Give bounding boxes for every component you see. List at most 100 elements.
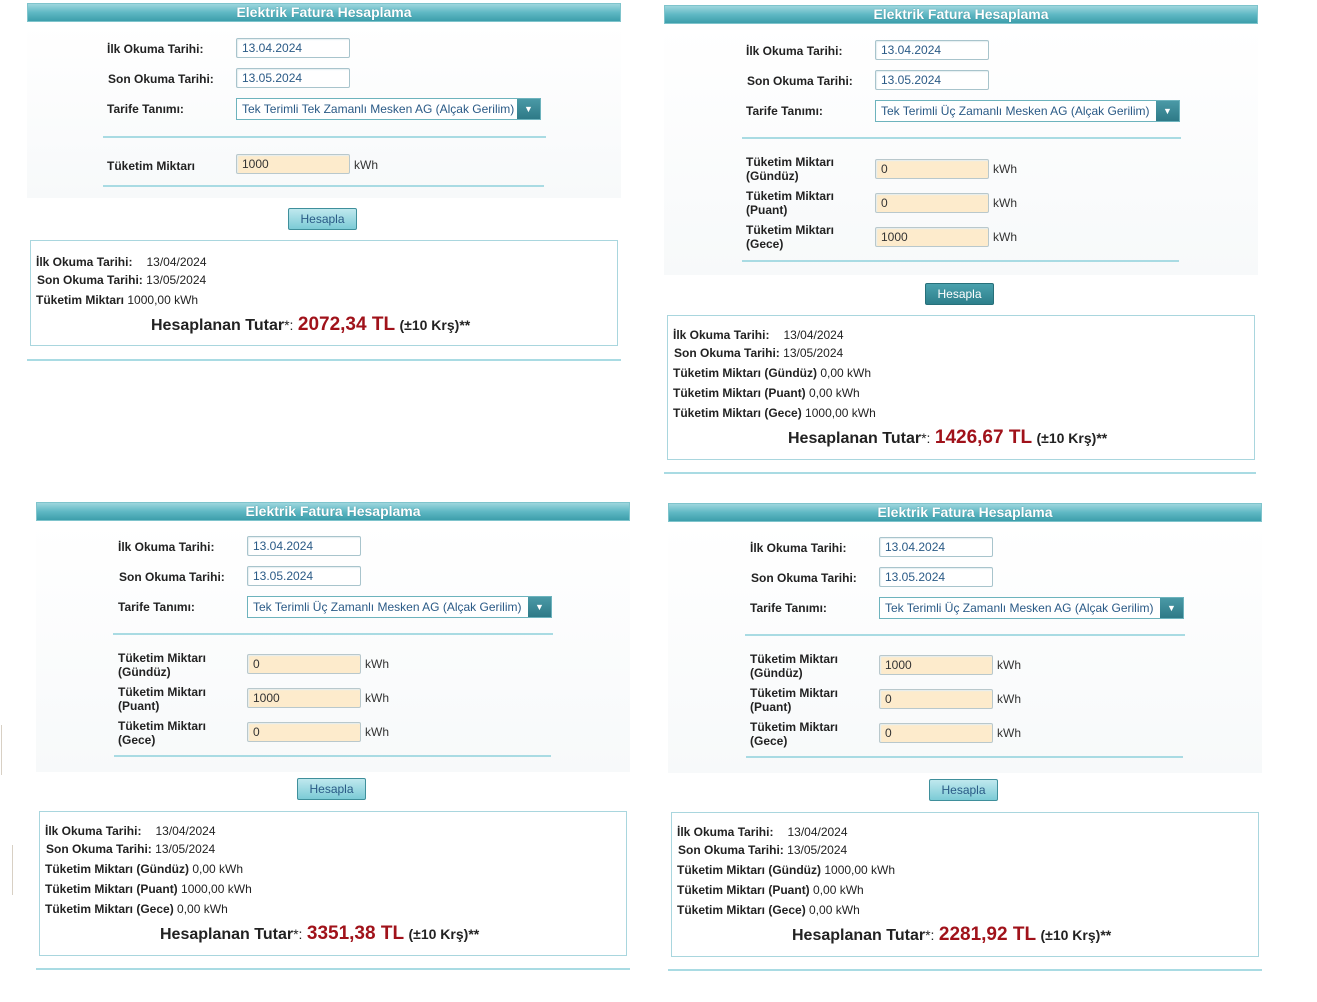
calculate-button[interactable]: Hesapla [288, 208, 357, 230]
total-label: Hesaplanan Tutar [160, 926, 294, 943]
last-read-date-input[interactable]: 13.05.2024 [879, 567, 993, 587]
tariff-select[interactable]: Tek Terimli Tek Zamanlı Mesken AG (Alçak… [236, 98, 541, 120]
total-label: Hesaplanan Tutar [151, 317, 285, 334]
panel-bottom-rule [668, 969, 1262, 971]
first-read-label: İlk Okuma Tarihi: [107, 42, 204, 56]
result-box: İlk Okuma Tarihi: 13/04/2024 Son Okuma Ta… [671, 812, 1259, 957]
panel-title: Elektrik Fatura Hesaplama [664, 5, 1258, 24]
consumption-night-input[interactable]: 1000 [875, 227, 989, 247]
chevron-down-icon[interactable]: ▼ [517, 99, 540, 119]
calculate-button[interactable]: Hesapla [297, 778, 366, 800]
tariff-select[interactable]: Tek Terimli Üç Zamanlı Mesken AG (Alçak … [247, 596, 552, 618]
panel-bottom-rule [664, 472, 1256, 474]
total-amount: 2072,34 TL [297, 314, 396, 335]
unit-label: kWh [365, 657, 389, 671]
result-last-read: Son Okuma Tarihi: 13/05/2024 [674, 346, 844, 360]
result-last-read: Son Okuma Tarihi: 13/05/2024 [46, 842, 216, 856]
chevron-down-icon[interactable]: ▼ [1160, 598, 1183, 618]
first-read-date-input[interactable]: 13.04.2024 [879, 537, 993, 557]
tariff-select[interactable]: Tek Terimli Üç Zamanlı Mesken AG (Alçak … [875, 100, 1180, 122]
unit-label: kWh [997, 692, 1021, 706]
result-consumption-peak: Tüketim Miktarı (Puant) 0,00 kWh [673, 386, 860, 400]
consumption-peak-label: Tüketim Miktarı (Puant) [746, 189, 835, 217]
result-total: Hesaplanan Tutar*: 2072,34 TL (±10 Krş)*… [151, 314, 471, 335]
result-box: İlk Okuma Tarihi: 13/04/2024 Son Okuma Ta… [39, 811, 627, 956]
divider [103, 185, 544, 187]
result-total: Hesaplanan Tutar*: 3351,38 TL (±10 Krş)*… [160, 923, 480, 944]
unit-label: kWh [365, 691, 389, 705]
consumption-night-label: Tüketim Miktarı (Gece) [750, 720, 839, 748]
result-consumption-night: Tüketim Miktarı (Gece) 0,00 kWh [45, 902, 228, 916]
result-consumption: Tüketim Miktarı 1000,00 kWh [36, 293, 199, 307]
result-consumption-peak: Tüketim Miktarı (Puant) 0,00 kWh [677, 883, 864, 897]
tariff-label: Tarife Tanımı: [750, 601, 827, 615]
result-first-read: İlk Okuma Tarihi: 13/04/2024 [45, 824, 216, 838]
unit-label: kWh [997, 726, 1021, 740]
consumption-peak-input[interactable]: 0 [875, 193, 989, 213]
result-total: Hesaplanan Tutar*: 1426,67 TL (±10 Krş)*… [788, 427, 1108, 448]
calculator-panel-single-rate: Elektrik Fatura Hesaplama İlk Okuma Tari… [27, 3, 621, 365]
divider [114, 755, 551, 757]
result-consumption-night: Tüketim Miktarı (Gece) 1000,00 kWh [673, 406, 876, 420]
divider [103, 136, 546, 138]
consumption-day-input[interactable]: 1000 [879, 655, 993, 675]
result-consumption-day: Tüketim Miktarı (Gündüz) 1000,00 kWh [677, 863, 896, 877]
consumption-input[interactable]: 1000 [236, 154, 350, 174]
consumption-day-input[interactable]: 0 [247, 654, 361, 674]
first-read-date-input[interactable]: 13.04.2024 [875, 40, 989, 60]
result-first-read: İlk Okuma Tarihi: 13/04/2024 [677, 825, 848, 839]
calculate-button[interactable]: Hesapla [925, 283, 994, 305]
first-read-date-input[interactable]: 13.04.2024 [247, 536, 361, 556]
tariff-selected-value: Tek Terimli Üç Zamanlı Mesken AG (Alçak … [881, 104, 1150, 118]
consumption-day-label: Tüketim Miktarı (Gündüz) [746, 155, 835, 183]
consumption-peak-label: Tüketim Miktarı (Puant) [118, 685, 207, 713]
consumption-day-label: Tüketim Miktarı (Gündüz) [118, 651, 207, 679]
last-read-label: Son Okuma Tarihi: [119, 570, 225, 584]
last-read-date-input[interactable]: 13.05.2024 [875, 70, 989, 90]
divider [746, 756, 1183, 758]
last-read-date-input[interactable]: 13.05.2024 [236, 68, 350, 88]
panel-bottom-rule [27, 359, 621, 361]
tariff-selected-value: Tek Terimli Üç Zamanlı Mesken AG (Alçak … [885, 601, 1154, 615]
total-note: (±10 Krş)** [1036, 430, 1108, 446]
result-box: İlk Okuma Tarihi: 13/04/2024 Son Okuma Ta… [667, 315, 1255, 460]
divider [742, 137, 1181, 139]
consumption-peak-input[interactable]: 0 [879, 689, 993, 709]
consumption-day-label: Tüketim Miktarı (Gündüz) [750, 652, 839, 680]
consumption-peak-input[interactable]: 1000 [247, 688, 361, 708]
unit-label: kWh [365, 725, 389, 739]
tariff-label: Tarife Tanımı: [118, 600, 195, 614]
last-read-label: Son Okuma Tarihi: [108, 72, 214, 86]
result-total: Hesaplanan Tutar*: 2281,92 TL (±10 Krş)*… [792, 924, 1112, 945]
last-read-label: Son Okuma Tarihi: [747, 74, 853, 88]
result-last-read: Son Okuma Tarihi: 13/05/2024 [678, 843, 848, 857]
consumption-night-label: Tüketim Miktarı (Gece) [118, 719, 207, 747]
unit-label: kWh [993, 162, 1017, 176]
tariff-selected-value: Tek Terimli Üç Zamanlı Mesken AG (Alçak … [253, 600, 522, 614]
first-read-label: İlk Okuma Tarihi: [118, 540, 215, 554]
unit-label: kWh [993, 196, 1017, 210]
consumption-peak-label: Tüketim Miktarı (Puant) [750, 686, 839, 714]
total-amount: 1426,67 TL [934, 427, 1033, 448]
panel-title: Elektrik Fatura Hesaplama [27, 3, 621, 22]
tariff-select[interactable]: Tek Terimli Üç Zamanlı Mesken AG (Alçak … [879, 597, 1184, 619]
panel-bottom-rule [36, 968, 630, 970]
total-label: Hesaplanan Tutar [788, 430, 922, 447]
unit-label: kWh [354, 158, 378, 172]
crop-edge [1, 725, 2, 775]
result-last-read: Son Okuma Tarihi: 13/05/2024 [37, 273, 207, 287]
consumption-day-input[interactable]: 0 [875, 159, 989, 179]
result-consumption-day: Tüketim Miktarı (Gündüz) 0,00 kWh [45, 862, 244, 876]
tariff-label: Tarife Tanımı: [746, 104, 823, 118]
total-amount: 2281,92 TL [938, 924, 1037, 945]
consumption-night-input[interactable]: 0 [879, 723, 993, 743]
first-read-date-input[interactable]: 13.04.2024 [236, 38, 350, 58]
consumption-label: Tüketim Miktarı [107, 159, 196, 173]
consumption-night-input[interactable]: 0 [247, 722, 361, 742]
calculate-button[interactable]: Hesapla [929, 779, 998, 801]
last-read-date-input[interactable]: 13.05.2024 [247, 566, 361, 586]
total-label: Hesaplanan Tutar [792, 927, 926, 944]
result-consumption-day: Tüketim Miktarı (Gündüz) 0,00 kWh [673, 366, 872, 380]
chevron-down-icon[interactable]: ▼ [528, 597, 551, 617]
chevron-down-icon[interactable]: ▼ [1156, 101, 1179, 121]
